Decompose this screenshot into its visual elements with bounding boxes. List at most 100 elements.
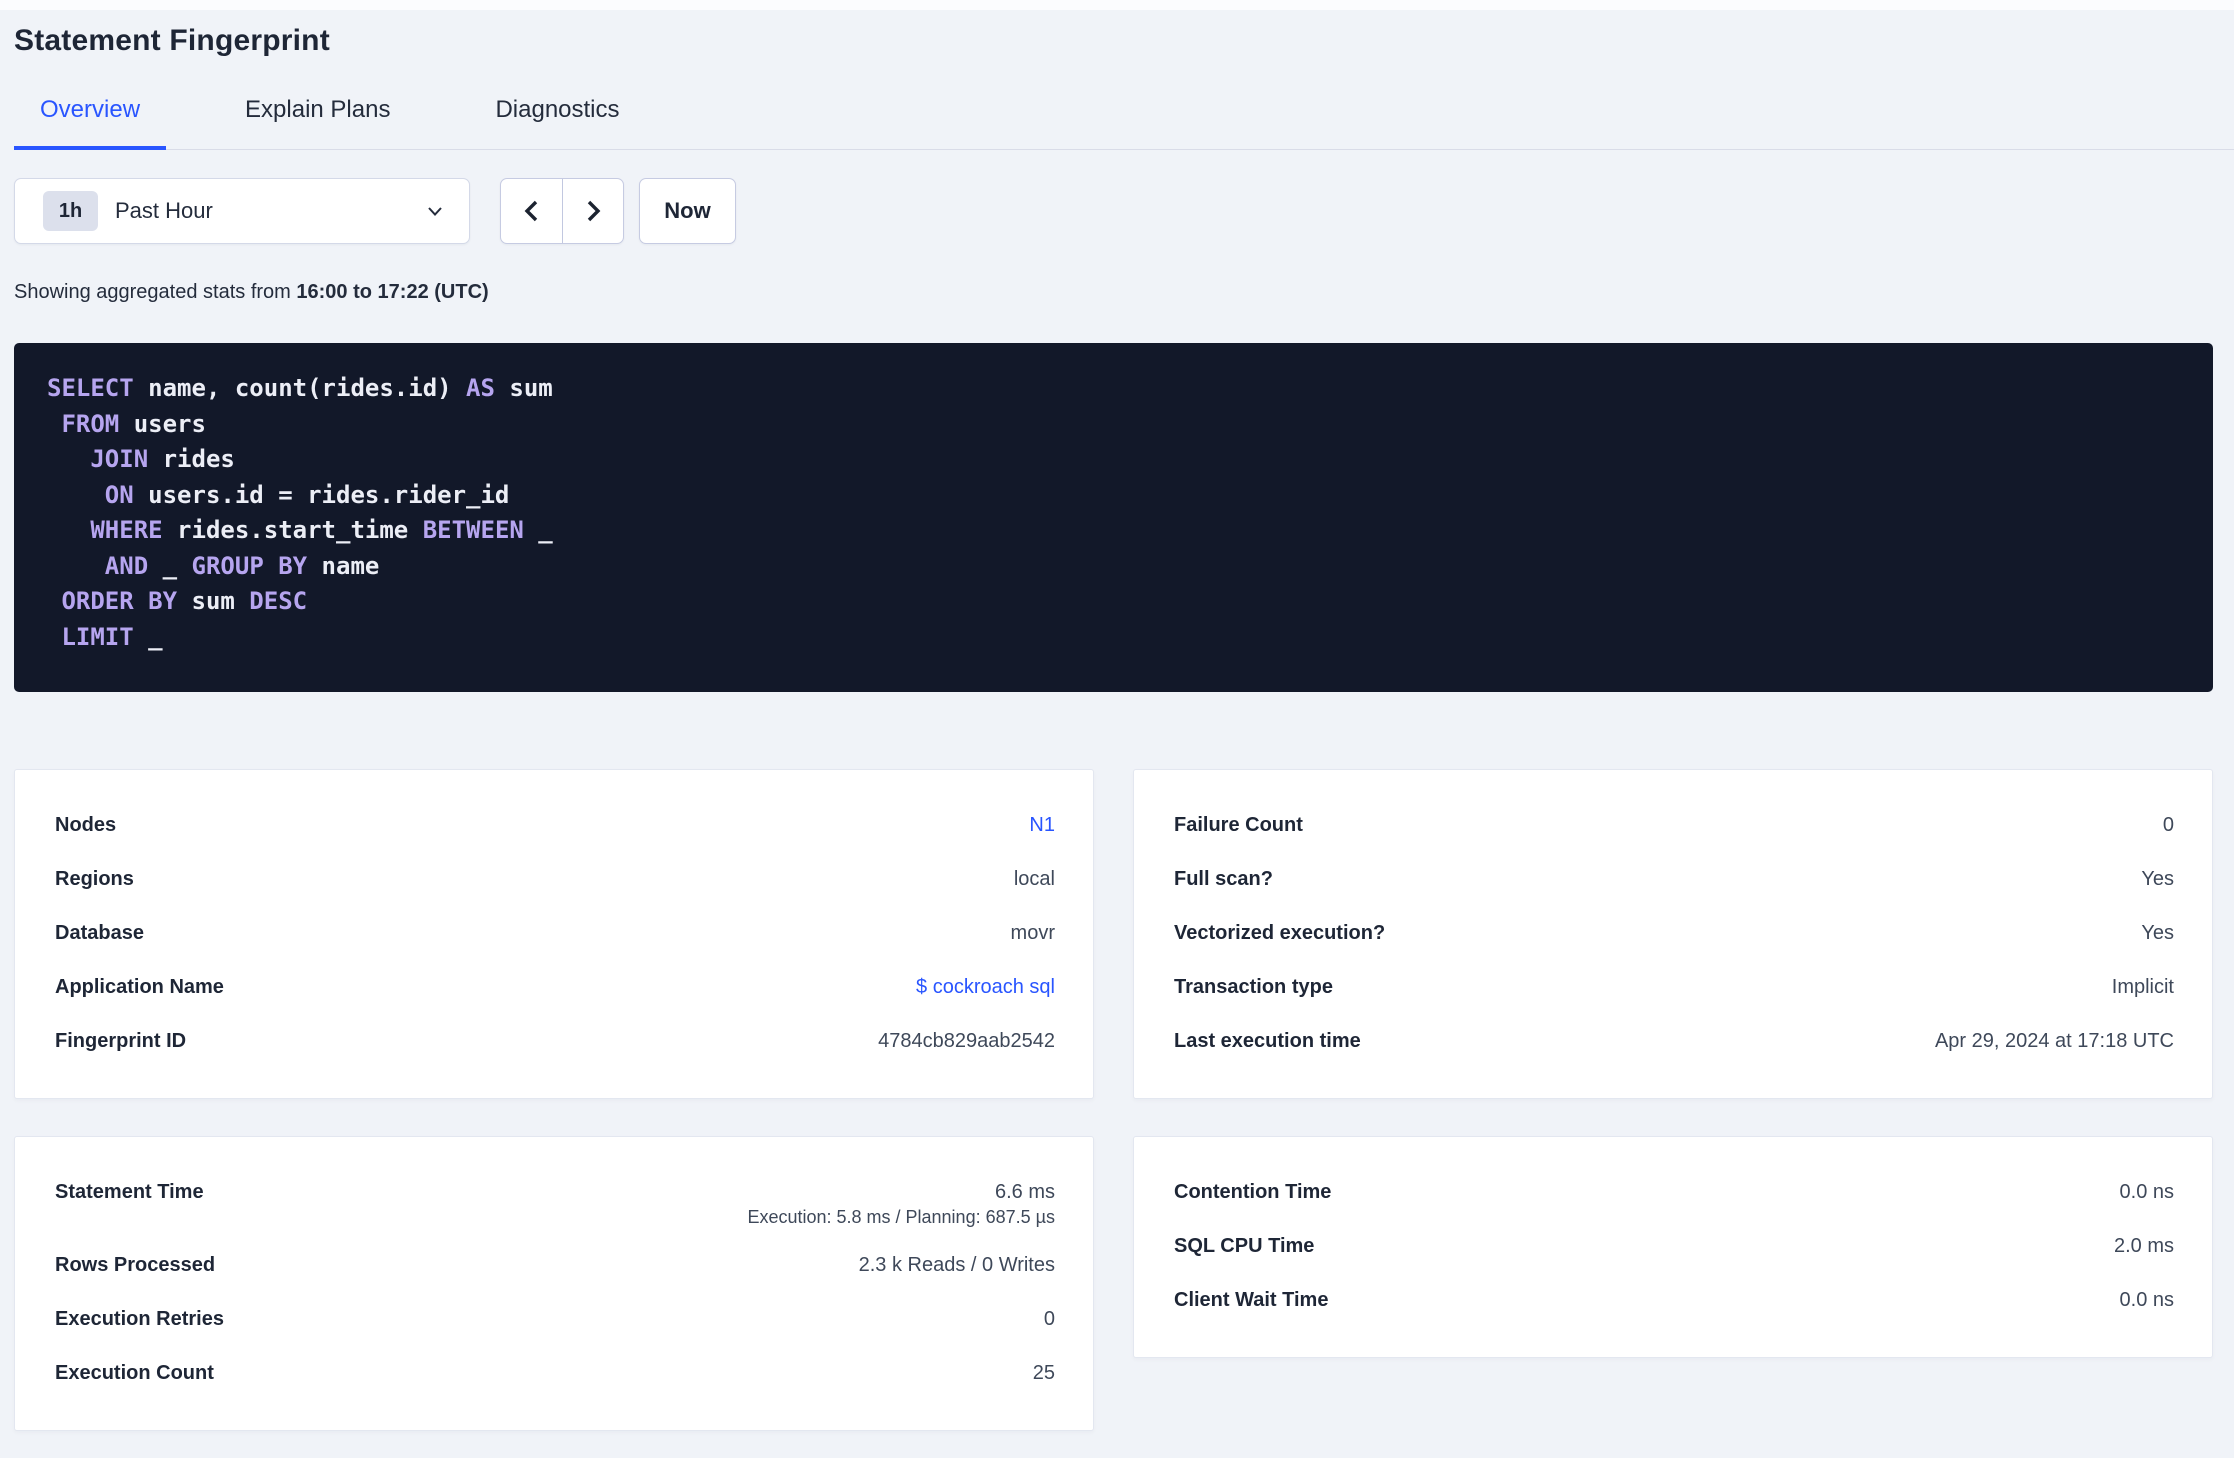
sql-line: JOIN rides bbox=[47, 442, 2183, 478]
sql-line: LIMIT _ bbox=[47, 620, 2183, 656]
sql-line: ON users.id = rides.rider_id bbox=[47, 478, 2183, 514]
page-title: Statement Fingerprint bbox=[14, 24, 330, 57]
stats-caption-prefix: Showing aggregated stats from bbox=[14, 281, 297, 303]
row-label: Regions bbox=[55, 867, 134, 890]
row-label: Transaction type bbox=[1174, 975, 1333, 998]
tabs: Overview Explain Plans Diagnostics bbox=[14, 96, 2234, 150]
sql-statement: SELECT name, count(rides.id) AS sum FROM… bbox=[14, 343, 2213, 692]
tab-diagnostics[interactable]: Diagnostics bbox=[469, 96, 645, 150]
card-row: Nodes N1 bbox=[55, 798, 1055, 852]
sql-keyword: BETWEEN bbox=[422, 516, 524, 544]
chevron-left-icon bbox=[521, 198, 543, 224]
row-value: Yes bbox=[2141, 921, 2174, 944]
row-values: 2.3 k Reads / 0 Writes bbox=[859, 1254, 1055, 1277]
page-content: 1h Past Hour Now Showing aggregated stat… bbox=[0, 178, 2234, 1445]
card-row: Full scan? Yes bbox=[1174, 852, 2174, 906]
next-interval-button[interactable] bbox=[562, 179, 623, 243]
sql-text: rides.start_time bbox=[162, 516, 423, 544]
row-values: 25 bbox=[1033, 1362, 1055, 1385]
execution-attributes-card: Failure Count 0 Full scan? Yes Vectorized ex… bbox=[1133, 769, 2213, 1099]
sql-keyword: SELECT bbox=[47, 374, 134, 402]
page-header: Statement Fingerprint bbox=[0, 10, 2234, 58]
time-range-dropdown[interactable]: 1h Past Hour bbox=[14, 178, 470, 244]
card-row: Statement Time 6.6 ms Execution: 5.8 ms / … bbox=[55, 1165, 1055, 1228]
row-label: Full scan? bbox=[1174, 867, 1273, 890]
card-row: Rows Processed 2.3 k Reads / 0 Writes bbox=[55, 1238, 1055, 1292]
row-value: movr bbox=[1010, 921, 1055, 944]
card-row: Contention Time 0.0 ns bbox=[1174, 1165, 2174, 1219]
row-value: 0 bbox=[1043, 1307, 1055, 1330]
row-label: Contention Time bbox=[1174, 1180, 1332, 1203]
row-label: Fingerprint ID bbox=[55, 1029, 187, 1052]
sql-text: users bbox=[119, 409, 206, 438]
row-label: Application Name bbox=[55, 975, 224, 998]
sql-keyword: DESC bbox=[249, 587, 308, 615]
row-label: Client Wait Time bbox=[1174, 1288, 1329, 1311]
sql-keyword: FROM bbox=[61, 409, 120, 438]
sql-text: sum bbox=[177, 587, 250, 615]
row-values: local bbox=[1014, 868, 1055, 891]
row-label: Execution Retries bbox=[55, 1307, 224, 1330]
sql-line: AND _ GROUP BY name bbox=[47, 549, 2183, 585]
card-row: SQL CPU Time 2.0 ms bbox=[1174, 1219, 2174, 1273]
card-row: Vectorized execution? Yes bbox=[1174, 906, 2174, 960]
row-values: Yes bbox=[2141, 868, 2174, 891]
tab-overview[interactable]: Overview bbox=[14, 96, 167, 150]
row-values: 0.0 ns bbox=[2120, 1289, 2174, 1312]
now-button[interactable]: Now bbox=[639, 178, 736, 244]
sql-text: rides bbox=[148, 445, 235, 473]
row-value: local bbox=[1013, 867, 1055, 890]
row-label: Statement Time bbox=[55, 1181, 204, 1203]
row-value: 0 bbox=[2162, 813, 2174, 836]
sql-line: FROM users bbox=[47, 407, 2183, 443]
row-value: 0.0 ns bbox=[2119, 1288, 2174, 1311]
summary-cards: Nodes N1 Regions local Database movr Applicati… bbox=[14, 769, 2213, 1445]
tab-explain-plans[interactable]: Explain Plans bbox=[219, 96, 416, 150]
row-values: 2.0 ms bbox=[2114, 1235, 2174, 1258]
row-label: Vectorized execution? bbox=[1174, 921, 1386, 944]
sql-keyword: ON bbox=[104, 480, 134, 509]
sql-keyword: WHERE bbox=[90, 516, 163, 544]
row-values: Yes bbox=[2141, 922, 2174, 945]
row-label: SQL CPU Time bbox=[1174, 1234, 1315, 1257]
timing-card: Statement Time 6.6 ms Execution: 5.8 ms / … bbox=[14, 1136, 1094, 1431]
sql-keyword: ORDER BY bbox=[61, 587, 178, 615]
card-row: Database movr bbox=[55, 906, 1055, 960]
time-pager bbox=[500, 178, 624, 244]
sql-keyword: AND bbox=[104, 551, 149, 580]
sql-text: name bbox=[307, 551, 380, 580]
row-value: Yes bbox=[2141, 867, 2174, 890]
sql-line: WHERE rides.start_time BETWEEN _ bbox=[47, 513, 2183, 549]
top-strip bbox=[0, 0, 2234, 10]
time-range-label: Past Hour bbox=[115, 198, 213, 223]
chevron-right-icon bbox=[582, 198, 604, 224]
row-values: movr bbox=[1011, 922, 1055, 945]
wait-times-card: Contention Time 0.0 ns SQL CPU Time 2.0 ms C… bbox=[1133, 1136, 2213, 1358]
row-value-link[interactable]: $ cockroach sql bbox=[916, 976, 1055, 999]
row-subvalue: Execution: 5.8 ms / Planning: 687.5 µs bbox=[747, 1207, 1055, 1227]
chevron-down-icon bbox=[425, 201, 445, 221]
sql-text: users.id = rides.rider_id bbox=[133, 480, 510, 509]
card-row: Execution Retries 0 bbox=[55, 1292, 1055, 1346]
row-label: Last execution time bbox=[1174, 1029, 1361, 1052]
stats-caption: Showing aggregated stats from 16:00 to 1… bbox=[14, 281, 2213, 304]
row-label: Rows Processed bbox=[55, 1253, 216, 1276]
row-values: 0 bbox=[1044, 1308, 1055, 1331]
card-row: Client Wait Time 0.0 ns bbox=[1174, 1273, 2174, 1327]
row-value-link[interactable]: N1 bbox=[1029, 814, 1055, 837]
prev-interval-button[interactable] bbox=[501, 179, 562, 243]
row-values: Implicit bbox=[2112, 976, 2174, 999]
card-row: Failure Count 0 bbox=[1174, 798, 2174, 852]
card-row: Fingerprint ID 4784cb829aab2542 bbox=[55, 1014, 1055, 1068]
sql-line: ORDER BY sum DESC bbox=[47, 584, 2183, 620]
row-values: 0.0 ns bbox=[2120, 1181, 2174, 1204]
row-label: Failure Count bbox=[1174, 813, 1303, 836]
row-value: 0.0 ns bbox=[2119, 1180, 2174, 1203]
sql-line: SELECT name, count(rides.id) AS sum bbox=[47, 371, 2183, 407]
card-row: Transaction type Implicit bbox=[1174, 960, 2174, 1014]
